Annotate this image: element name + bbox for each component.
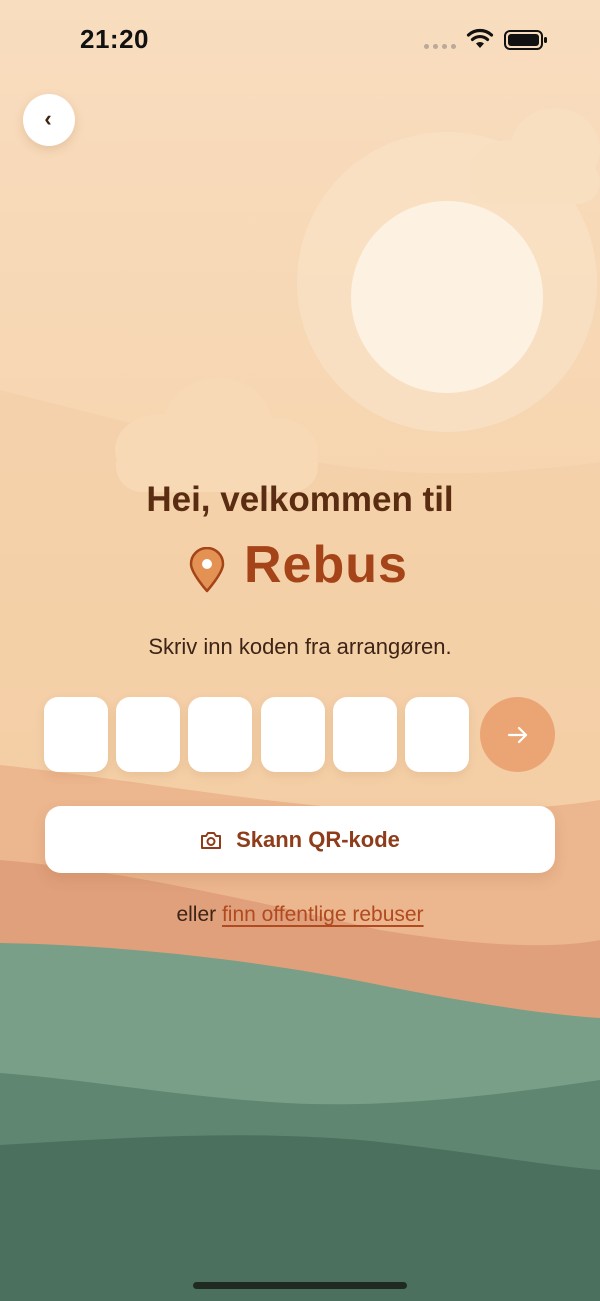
find-public-rebus-link[interactable]: finn offentlige rebuser bbox=[222, 903, 424, 926]
sun bbox=[351, 201, 543, 393]
green-hill-front bbox=[0, 1135, 600, 1301]
scan-qr-label: Skann QR-kode bbox=[236, 826, 400, 852]
code-digit-6[interactable] bbox=[405, 697, 469, 772]
status-time: 21:20 bbox=[80, 24, 149, 54]
submit-code-button[interactable] bbox=[480, 697, 555, 772]
alt-prefix: eller bbox=[176, 903, 217, 926]
code-digit-5[interactable] bbox=[333, 697, 397, 772]
code-digit-4[interactable] bbox=[261, 697, 325, 772]
arrow-right-icon bbox=[507, 726, 527, 743]
code-instruction: Skriv inn koden fra arrangøren. bbox=[148, 634, 452, 659]
brand-title: Rebus bbox=[188, 530, 408, 600]
code-digit-2[interactable] bbox=[116, 697, 180, 772]
status-bar: 21:20 bbox=[0, 0, 600, 80]
welcome-heading: Hei, velkommen til bbox=[146, 480, 454, 519]
code-digit-3[interactable] bbox=[188, 697, 252, 772]
map-pin-icon bbox=[189, 547, 225, 593]
code-digit-1[interactable] bbox=[44, 697, 108, 772]
brand-name: Rebus bbox=[244, 536, 408, 594]
scan-qr-button[interactable]: Skann QR-kode bbox=[45, 806, 555, 873]
battery-icon bbox=[504, 30, 547, 50]
public-rebus-row: eller finn offentlige rebuser bbox=[0, 903, 600, 927]
chevron-left-icon: ‹ bbox=[44, 106, 52, 131]
cellular-signal-icon bbox=[424, 44, 456, 49]
home-indicator[interactable] bbox=[193, 1282, 407, 1289]
camera-icon bbox=[201, 831, 222, 849]
wifi-icon bbox=[466, 28, 494, 48]
back-button[interactable]: ‹ bbox=[23, 94, 75, 146]
